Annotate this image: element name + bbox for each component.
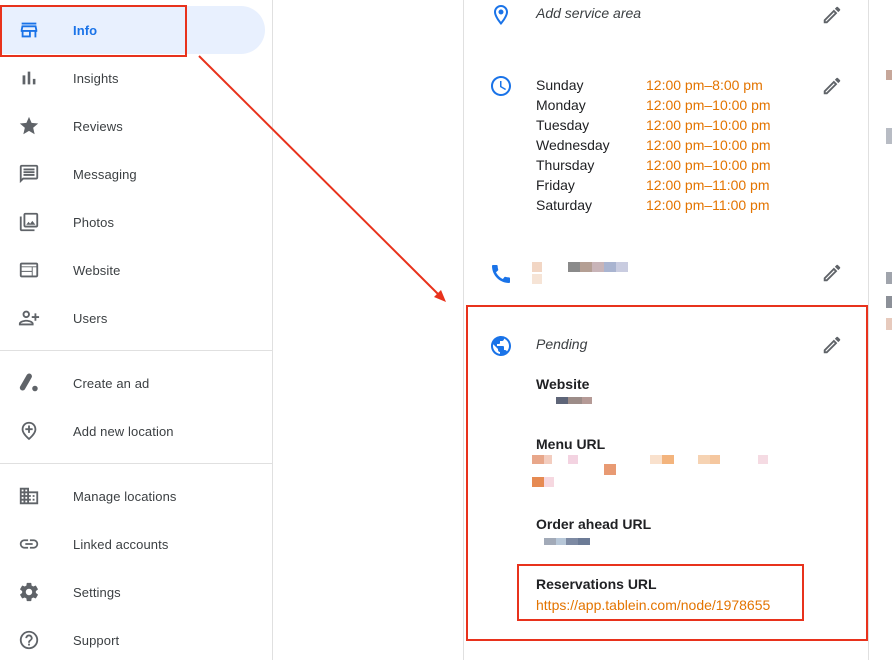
sidebar-item-label: Website: [73, 262, 121, 278]
sidebar-item-label: Create an ad: [73, 375, 150, 391]
sidebar-item-label: Reviews: [73, 118, 123, 134]
website-label: Website: [536, 376, 590, 392]
add-user-icon: [17, 306, 41, 330]
hours-day: Saturday: [536, 197, 593, 213]
edge-fragment: [886, 318, 892, 330]
link-icon: [17, 532, 41, 556]
hours-time: 12:00 pm–10:00 pm: [646, 97, 771, 113]
hours-time: 12:00 pm–8:00 pm: [646, 77, 763, 93]
edge-fragment: [886, 272, 892, 284]
edge-fragment: [886, 296, 892, 308]
website-url-redacted: [556, 397, 596, 405]
sidebar-item-users[interactable]: Users: [0, 294, 265, 342]
order-ahead-url-label: Order ahead URL: [536, 516, 652, 532]
sidebar-item-label: Users: [73, 310, 108, 326]
sidebar-divider: [0, 463, 273, 464]
star-icon: [17, 114, 41, 138]
sidebar-item-label: Support: [73, 632, 120, 648]
sidebar-item-label: Messaging: [73, 166, 137, 182]
hours-day: Sunday: [536, 77, 584, 93]
sidebar-item-label: Photos: [73, 214, 115, 230]
sidebar-divider: [0, 350, 273, 351]
sidebar: Info Insights Reviews Messaging Photos W…: [0, 0, 273, 660]
phone-icon: [489, 262, 513, 286]
hours-time: 12:00 pm–10:00 pm: [646, 137, 771, 153]
sidebar-item-label: Settings: [73, 584, 121, 600]
hours-time: 12:00 pm–10:00 pm: [646, 157, 771, 173]
sidebar-item-messaging[interactable]: Messaging: [0, 150, 265, 198]
edge-fragment: [886, 70, 892, 80]
reservations-url-label: Reservations URL: [536, 576, 657, 592]
menu-url-label: Menu URL: [536, 436, 606, 452]
pencil-icon: [823, 264, 841, 282]
add-location-icon: [17, 419, 41, 443]
sidebar-item-photos[interactable]: Photos: [0, 198, 265, 246]
sidebar-item-label: Add new location: [73, 423, 174, 439]
google-ads-icon: [17, 371, 41, 395]
sidebar-item-label: Linked accounts: [73, 536, 169, 552]
sidebar-item-reviews[interactable]: Reviews: [0, 102, 265, 150]
building-icon: [17, 484, 41, 508]
location-pin-icon: [489, 3, 513, 27]
hours-time: 12:00 pm–11:00 pm: [646, 177, 770, 193]
hours-day: Tuesday: [536, 117, 590, 133]
edit-hours-button[interactable]: [821, 75, 843, 97]
pencil-icon: [823, 77, 841, 95]
reservations-url-link[interactable]: https://app.tablein.com/node/1978655: [536, 597, 770, 613]
hours-day: Monday: [536, 97, 586, 113]
sidebar-item-create-ad[interactable]: Create an ad: [0, 359, 265, 407]
hours-time: 12:00 pm–11:00 pm: [646, 197, 770, 213]
sidebar-item-linked-accounts[interactable]: Linked accounts: [0, 520, 265, 568]
phone-number-redacted: [532, 262, 632, 286]
hours-day: Wednesday: [536, 137, 610, 153]
help-icon: [17, 628, 41, 652]
gear-icon: [17, 580, 41, 604]
edit-phone-button[interactable]: [821, 262, 843, 284]
sidebar-item-add-location[interactable]: Add new location: [0, 407, 265, 455]
clock-icon: [489, 74, 513, 98]
pencil-icon: [823, 336, 841, 354]
order-ahead-url-redacted: [544, 538, 594, 546]
edit-website-button[interactable]: [821, 334, 843, 356]
sidebar-item-label: Manage locations: [73, 488, 177, 504]
info-panel: Add service area Sunday 12:00 pm–8:00 pm…: [463, 0, 869, 660]
menu-url-redacted: [532, 455, 772, 489]
bar-chart-icon: [17, 66, 41, 90]
sidebar-item-insights[interactable]: Insights: [0, 54, 265, 102]
hours-time: 12:00 pm–10:00 pm: [646, 117, 771, 133]
pencil-icon: [823, 6, 841, 24]
sidebar-item-info[interactable]: Info: [0, 6, 265, 54]
sidebar-item-website[interactable]: Website: [0, 246, 265, 294]
globe-icon: [489, 334, 513, 358]
website-icon: [17, 258, 41, 282]
sidebar-item-manage-locations[interactable]: Manage locations: [0, 472, 265, 520]
edit-service-area-button[interactable]: [821, 4, 843, 26]
storefront-icon: [17, 18, 41, 42]
edge-fragment: [886, 128, 892, 144]
website-status: Pending: [536, 336, 588, 352]
hours-day: Thursday: [536, 157, 595, 173]
photos-icon: [17, 210, 41, 234]
hours-day: Friday: [536, 177, 575, 193]
sidebar-item-label: Insights: [73, 70, 119, 86]
sidebar-item-support[interactable]: Support: [0, 616, 265, 660]
add-service-area-link[interactable]: Add service area: [536, 5, 641, 21]
sidebar-item-settings[interactable]: Settings: [0, 568, 265, 616]
sidebar-item-label: Info: [73, 22, 98, 38]
message-icon: [17, 162, 41, 186]
